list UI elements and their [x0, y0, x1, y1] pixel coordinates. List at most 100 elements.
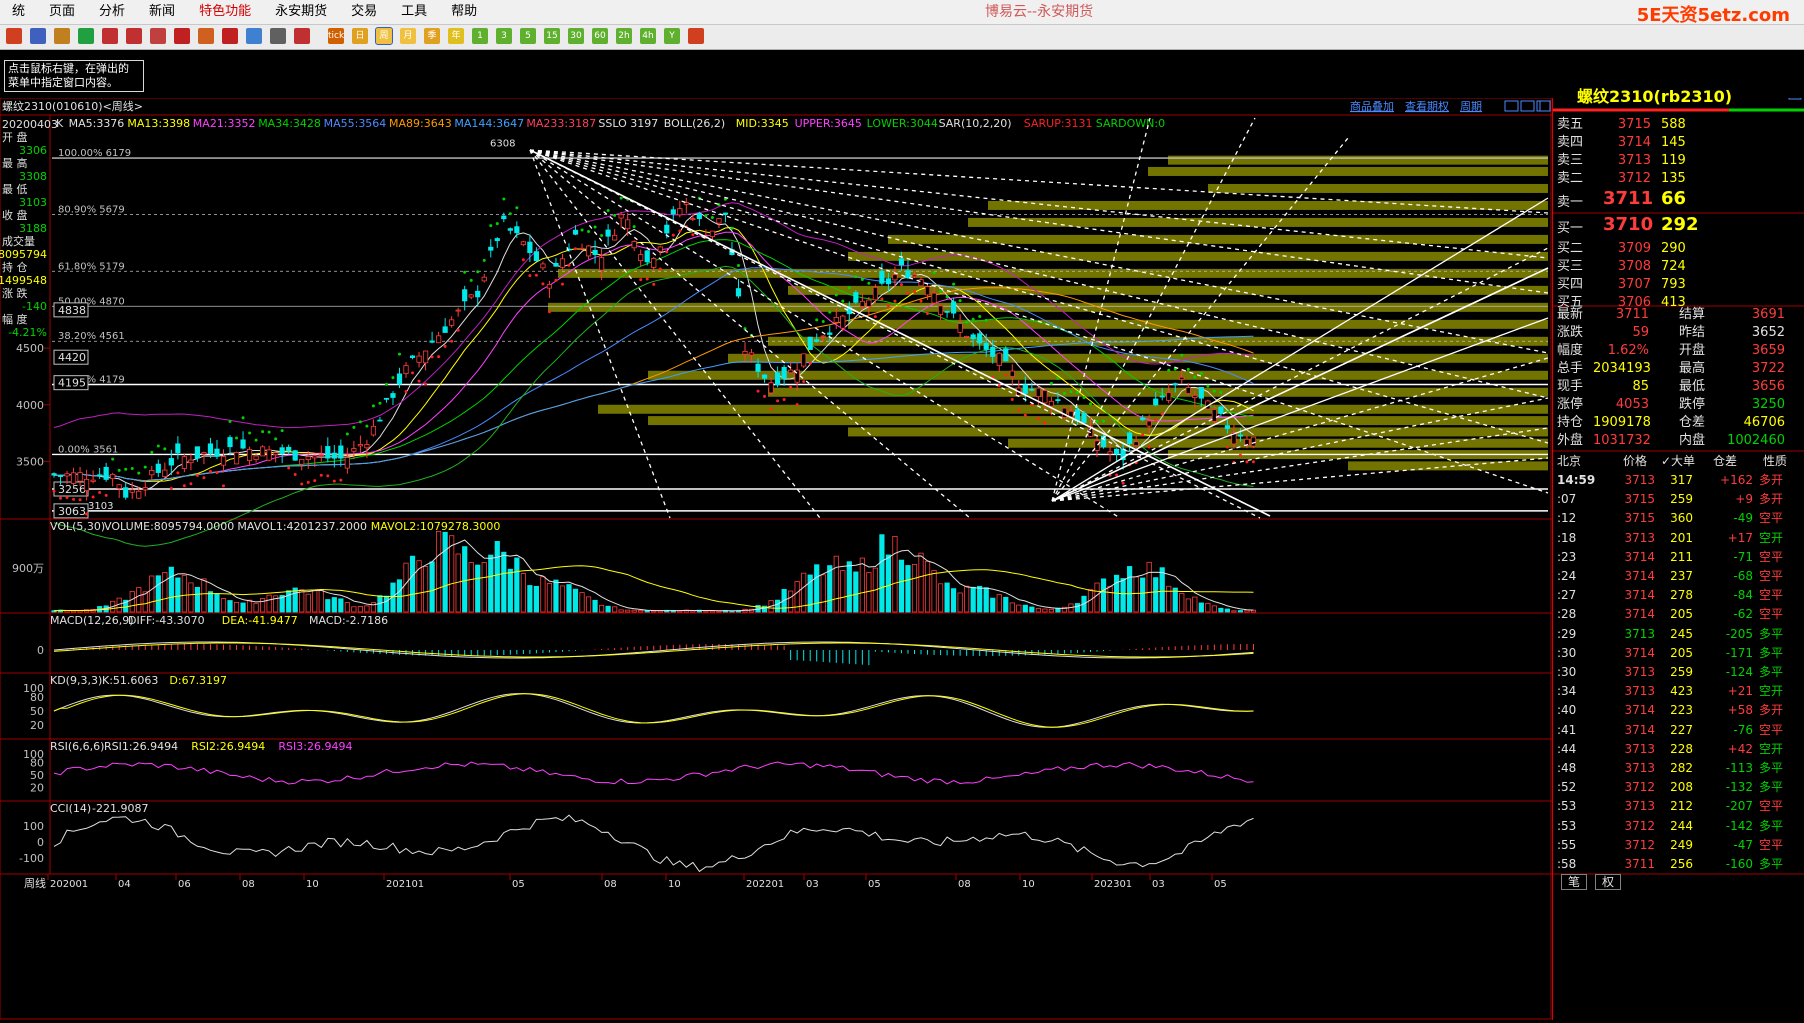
indicator-14: SAR(10,2,20)	[939, 117, 1012, 130]
sar-dot	[417, 379, 421, 383]
indicator-11: MID:3345	[736, 117, 789, 130]
candle-body	[168, 458, 174, 466]
menu-item-3[interactable]: 新闻	[137, 0, 187, 24]
file-icon[interactable]	[54, 28, 70, 44]
close-icon[interactable]	[1536, 100, 1551, 112]
min1-icon[interactable]: 1	[472, 28, 488, 44]
table-icon[interactable]	[270, 28, 286, 44]
volume-profile-bar	[968, 217, 1548, 227]
sar-dot	[339, 478, 343, 482]
day-icon[interactable]: 日	[352, 28, 368, 44]
custom-icon[interactable]: Y	[664, 28, 680, 44]
min30-icon[interactable]: 30	[568, 28, 584, 44]
home-icon[interactable]	[6, 28, 22, 44]
tool-icon[interactable]	[222, 28, 238, 44]
candle-body	[775, 372, 781, 386]
bid-price-2: 3708	[1617, 259, 1651, 274]
stat-label-a-6: 持仓	[1557, 415, 1584, 430]
bottom-tab-0[interactable]: 笔	[1561, 874, 1588, 890]
min5-icon[interactable]: 5	[520, 28, 536, 44]
menu-item-8[interactable]: 帮助	[439, 0, 489, 24]
season-icon[interactable]: 季	[424, 28, 440, 44]
time-label-5: 202101	[386, 879, 424, 890]
candle-body	[527, 241, 533, 254]
header-link-2[interactable]: 周期	[1460, 100, 1482, 113]
volume-bar	[618, 609, 624, 613]
menu-item-1[interactable]: 页面	[37, 0, 87, 24]
chart-area[interactable]: 螺纹2310(010610)<周线> 商品叠加 查看期权 周期 K MA5:3376 MA1…	[0, 97, 1552, 1020]
menu-item-7[interactable]: 工具	[389, 0, 439, 24]
draw-icon[interactable]	[174, 28, 190, 44]
zoom-out-icon[interactable]	[126, 28, 142, 44]
volume-bar	[1237, 610, 1244, 613]
header-link-0[interactable]: 商品叠加	[1350, 99, 1394, 113]
window-icon[interactable]	[150, 28, 166, 44]
candle-body	[833, 317, 839, 323]
zoom-in-icon[interactable]	[102, 28, 118, 44]
kline-chart[interactable]: 螺纹2310(010610)<周线> 商品叠加 查看期权 周期K MA5:3376 MA1…	[0, 97, 1552, 1020]
week-icon[interactable]: 周	[375, 27, 393, 45]
menu-item-4[interactable]: 特色功能	[187, 0, 263, 24]
sar-dot	[267, 430, 271, 434]
chart-icon[interactable]	[294, 28, 310, 44]
print-icon[interactable]	[30, 28, 46, 44]
min60-icon[interactable]: 60	[592, 28, 608, 44]
month-icon[interactable]: 月	[400, 28, 416, 44]
min2h-icon[interactable]: 2h	[616, 28, 632, 44]
minimize-icon[interactable]	[1504, 100, 1519, 112]
time-label-6: 05	[512, 879, 525, 890]
new-icon[interactable]	[246, 28, 262, 44]
sar-dot	[515, 206, 519, 210]
candle-body	[436, 335, 442, 344]
sar-dot	[463, 270, 467, 274]
sar-dot	[912, 290, 916, 294]
candle-body	[651, 258, 657, 268]
volume-profile-bar	[788, 285, 1548, 295]
quote-title: 螺纹2310(rb2310)	[1577, 87, 1733, 106]
tick-icon[interactable]: tick	[328, 28, 344, 44]
sar-dot	[143, 465, 147, 469]
menu-item-0[interactable]: 统	[0, 0, 37, 24]
min15-icon[interactable]: 15	[544, 28, 560, 44]
volume-bar	[572, 588, 579, 613]
min3-icon[interactable]: 3	[496, 28, 512, 44]
maximize-icon[interactable]	[1539, 100, 1551, 112]
menu-item-5[interactable]: 永安期货	[263, 0, 339, 24]
calc-icon[interactable]	[688, 28, 704, 44]
sar-dot	[352, 425, 356, 429]
candle-body	[51, 473, 57, 476]
volume-bar	[325, 599, 331, 613]
rsi-axis-2: 50	[30, 769, 44, 782]
year-icon[interactable]: 年	[448, 28, 464, 44]
candle-body	[123, 487, 129, 498]
sar-dot	[1219, 391, 1223, 395]
candle-body	[820, 335, 826, 338]
bottom-tab-1[interactable]: 权	[1595, 874, 1622, 890]
candle-body	[57, 475, 64, 477]
sar-dot	[156, 444, 160, 448]
indicator-8: MA233:3187	[526, 117, 596, 130]
candle-body	[1179, 376, 1185, 381]
tick-time-4: :23	[1557, 549, 1577, 564]
header-link-1[interactable]: 查看期权	[1405, 99, 1449, 113]
refresh-icon[interactable]	[78, 28, 94, 44]
volume-bar	[859, 557, 865, 613]
bid-vol-2: 724	[1661, 259, 1686, 274]
restore-icon[interactable]	[1520, 100, 1535, 112]
panel-window-icon[interactable]	[1788, 98, 1802, 100]
menu-item-6[interactable]: 交易	[339, 0, 389, 24]
volume-bar	[1022, 604, 1028, 613]
sar-dot	[91, 495, 95, 499]
volume-bar	[168, 566, 174, 613]
menu-item-2[interactable]: 分析	[87, 0, 137, 24]
sar-dot	[228, 420, 232, 424]
sar-dot	[815, 318, 819, 322]
volume-bar	[625, 609, 631, 613]
candle-body	[742, 350, 748, 355]
volume-bar	[1192, 596, 1198, 613]
min4h-icon[interactable]: 4h	[640, 28, 656, 44]
sar-dot	[124, 467, 128, 471]
volume-bar	[1211, 605, 1217, 613]
macd-param-0: DIFF:-43.3070	[128, 614, 205, 627]
paint-icon[interactable]	[198, 28, 214, 44]
